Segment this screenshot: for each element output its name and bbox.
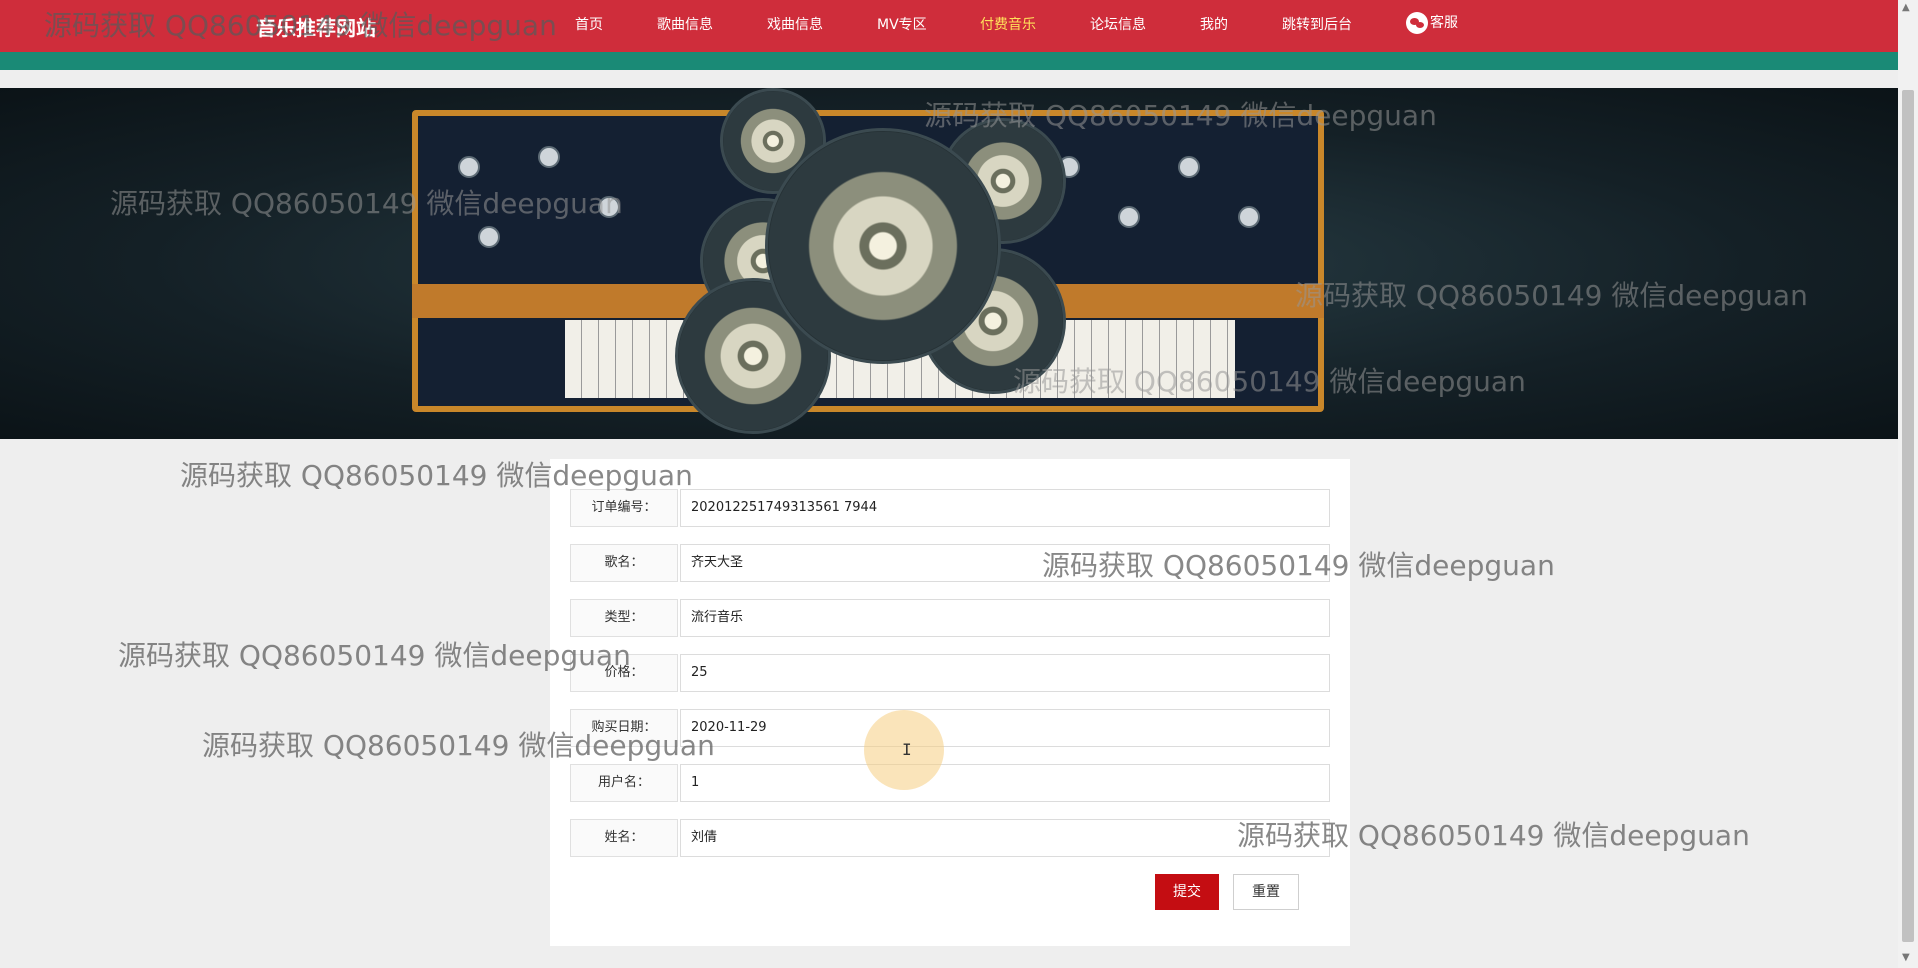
service-label: 客服 <box>1430 15 1458 31</box>
knob-graphic <box>1118 206 1140 228</box>
price-field[interactable]: 25 <box>680 654 1330 692</box>
song-name-label: 歌名： <box>570 544 678 582</box>
submit-button[interactable]: 提交 <box>1155 874 1219 910</box>
wechat-icon <box>1406 12 1428 34</box>
knob-graphic <box>538 146 560 168</box>
type-label: 类型： <box>570 599 678 637</box>
order-form: 订单编号： 202012251749313561 7944 歌名： 齐天大圣 类… <box>550 459 1350 946</box>
nav-home[interactable]: 首页 <box>575 14 603 34</box>
nav-admin[interactable]: 跳转到后台 <box>1282 14 1352 34</box>
form-row: 购买日期： 2020-11-29 <box>570 709 1330 747</box>
text-cursor-icon: I <box>902 740 912 759</box>
nav-songs[interactable]: 歌曲信息 <box>657 14 713 34</box>
scroll-down-icon[interactable]: ▼ <box>1902 952 1910 963</box>
scroll-thumb[interactable] <box>1902 90 1914 942</box>
scroll-up-icon[interactable]: ▲ <box>1902 2 1910 13</box>
knob-graphic <box>1238 206 1260 228</box>
purchase-date-label: 购买日期： <box>570 709 678 747</box>
form-row: 价格： 25 <box>570 654 1330 692</box>
banner-image <box>0 88 1898 439</box>
nav-mv[interactable]: MV专区 <box>877 14 927 34</box>
reset-button[interactable]: 重置 <box>1233 874 1299 910</box>
nav-mine[interactable]: 我的 <box>1200 14 1228 34</box>
full-name-label: 姓名： <box>570 819 678 857</box>
username-field[interactable]: 1 <box>680 764 1330 802</box>
type-field[interactable]: 流行音乐 <box>680 599 1330 637</box>
knob-graphic <box>598 196 620 218</box>
nav-forum[interactable]: 论坛信息 <box>1090 14 1146 34</box>
form-row: 类型： 流行音乐 <box>570 599 1330 637</box>
order-number-field[interactable]: 202012251749313561 7944 <box>680 489 1330 527</box>
username-label: 用户名： <box>570 764 678 802</box>
speaker-graphic <box>765 128 1001 364</box>
site-brand[interactable]: 音乐推荐网站 <box>256 12 376 41</box>
form-row: 歌名： 齐天大圣 <box>570 544 1330 582</box>
top-navbar: 音乐推荐网站 首页 歌曲信息 戏曲信息 MV专区 付费音乐 论坛信息 我的 跳转… <box>0 0 1898 70</box>
order-number-label: 订单编号： <box>570 489 678 527</box>
page-scrollbar[interactable]: ▲ ▼ <box>1898 0 1918 968</box>
price-label: 价格： <box>570 654 678 692</box>
form-row: 用户名： 1 <box>570 764 1330 802</box>
knob-graphic <box>458 156 480 178</box>
form-row: 订单编号： 202012251749313561 7944 <box>570 489 1330 527</box>
nav-paid-music[interactable]: 付费音乐 <box>980 14 1036 34</box>
knob-graphic <box>1178 156 1200 178</box>
nav-service[interactable]: 客服 <box>1406 12 1458 34</box>
song-name-field[interactable]: 齐天大圣 <box>680 544 1330 582</box>
form-row: 姓名： 刘倩 <box>570 819 1330 857</box>
full-name-field[interactable]: 刘倩 <box>680 819 1330 857</box>
purchase-date-field[interactable]: 2020-11-29 <box>680 709 1330 747</box>
nav-opera[interactable]: 戏曲信息 <box>767 14 823 34</box>
knob-graphic <box>478 226 500 248</box>
